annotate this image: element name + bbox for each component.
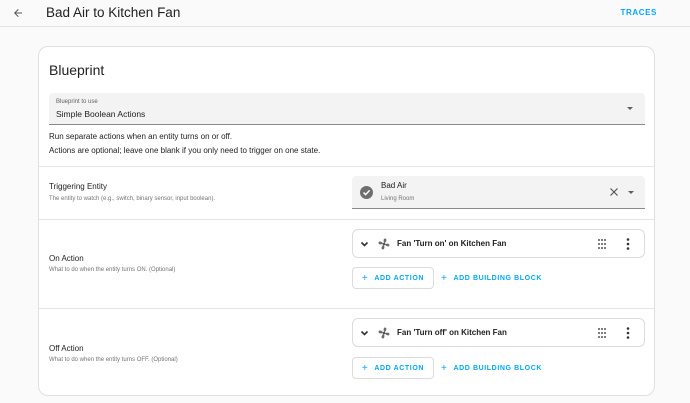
add-action-label: ADD ACTION — [374, 364, 425, 372]
plus-icon: + — [440, 362, 448, 374]
check-circle-icon — [360, 186, 373, 199]
divider — [39, 166, 654, 167]
triggering-entity-title: Triggering Entity — [49, 182, 107, 191]
entity-picker[interactable]: Bad Air Living Room — [352, 176, 645, 209]
blueprint-description-line-1: Run separate actions when an entity turn… — [49, 132, 233, 141]
on-action-subtitle: What to do when the entity turns ON. (Op… — [49, 267, 176, 273]
top-app-bar: Bad Air to Kitchen Fan TRACES — [0, 0, 690, 27]
page-title: Bad Air to Kitchen Fan — [46, 5, 181, 20]
add-action-button[interactable]: + ADD ACTION — [352, 357, 434, 379]
more-vertical-icon[interactable] — [625, 326, 631, 340]
blueprint-card: Blueprint Blueprint to use Simple Boolea… — [38, 46, 655, 396]
divider — [39, 219, 654, 220]
off-action-subtitle: What to do when the entity turns OFF. (O… — [49, 357, 178, 363]
chevron-down-icon[interactable] — [360, 329, 369, 337]
chevron-down-icon[interactable] — [360, 240, 369, 248]
add-building-block-label: ADD BUILDING BLOCK — [453, 364, 543, 372]
plus-icon: + — [361, 272, 369, 284]
dropdown-arrow-icon — [627, 107, 633, 110]
drag-handle-icon[interactable] — [597, 238, 607, 250]
add-building-block-button[interactable]: + ADD BUILDING BLOCK — [439, 357, 544, 379]
fan-icon — [378, 327, 390, 339]
card-title: Blueprint — [49, 62, 105, 78]
plus-icon: + — [361, 362, 369, 374]
back-button[interactable] — [8, 3, 28, 23]
dropdown-arrow-icon — [628, 191, 634, 194]
add-building-block-label: ADD BUILDING BLOCK — [453, 274, 543, 282]
close-icon — [610, 188, 618, 196]
more-vertical-icon[interactable] — [625, 237, 631, 251]
add-action-button[interactable]: + ADD ACTION — [352, 267, 434, 289]
arrow-left-icon — [14, 9, 22, 17]
divider — [39, 308, 654, 309]
clear-button[interactable] — [607, 185, 621, 199]
blueprint-select-value: Simple Boolean Actions — [56, 109, 146, 119]
blueprint-select-label: Blueprint to use — [56, 99, 98, 105]
plus-icon: + — [440, 272, 448, 284]
on-action-item[interactable]: Fan 'Turn on' on Kitchen Fan — [352, 229, 645, 258]
on-action-label: Fan 'Turn on' on Kitchen Fan — [397, 239, 507, 248]
add-action-label: ADD ACTION — [374, 274, 425, 282]
triggering-entity-subtitle: The entity to watch (e.g., switch, binar… — [49, 196, 216, 202]
add-building-block-button[interactable]: + ADD BUILDING BLOCK — [439, 267, 544, 289]
blueprint-select[interactable]: Blueprint to use Simple Boolean Actions — [49, 93, 645, 125]
entity-area: Living Room — [381, 196, 415, 202]
traces-button[interactable]: TRACES — [621, 8, 658, 17]
off-action-item[interactable]: Fan 'Turn off' on Kitchen Fan — [352, 318, 645, 347]
entity-name: Bad Air — [381, 181, 407, 190]
drag-handle-icon[interactable] — [597, 327, 607, 339]
off-action-label: Fan 'Turn off' on Kitchen Fan — [397, 328, 507, 337]
fan-icon — [378, 238, 390, 250]
blueprint-description-line-2: Actions are optional; leave one blank if… — [49, 146, 321, 155]
off-action-title: Off Action — [49, 344, 84, 353]
on-action-title: On Action — [49, 254, 84, 263]
